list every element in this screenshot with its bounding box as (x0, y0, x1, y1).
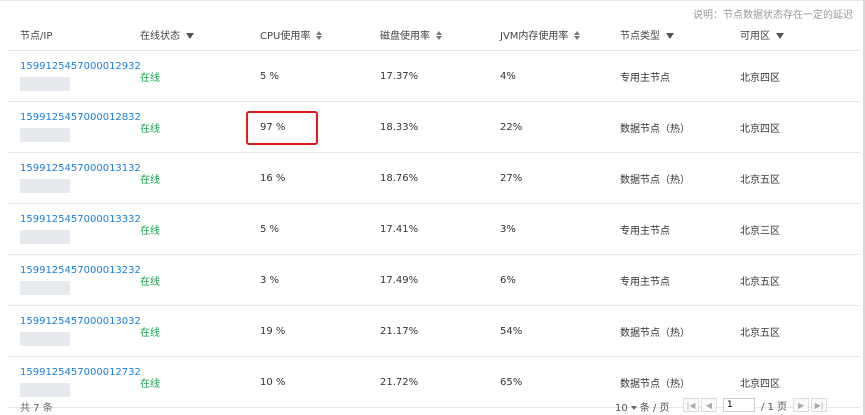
col-header-zone[interactable]: 可用区 (728, 18, 860, 51)
page-size-value: 10 (615, 403, 628, 414)
next-page-icon[interactable]: ▶ (793, 398, 810, 412)
disk-cell: 17.49% (368, 254, 488, 306)
node-link[interactable]: 1599125457000013132 (20, 163, 141, 174)
cpu-cell: 5 % (248, 203, 368, 255)
total-count: 共 7 条 (20, 403, 53, 414)
prev-page-icon[interactable]: ◀ (701, 398, 717, 412)
zone-cell: 北京三区 (728, 203, 860, 255)
sort-icon[interactable] (316, 31, 323, 40)
chevron-down-icon (630, 406, 637, 410)
table-footer: 共 7 条 10 条 / 页 |◀ ◀ / 1 页 ▶ ▶| (0, 396, 865, 415)
table-header-row: 节点/IP 在线状态 CPU使用率 磁盘使用率 JVM内存使用率 节点类型 可用… (8, 18, 860, 51)
col-header-cpu-label: CPU使用率 (260, 30, 311, 42)
col-header-zone-label: 可用区 (740, 30, 770, 42)
node-link[interactable]: 1599125457000013332 (20, 214, 141, 225)
disk-cell: 17.41% (368, 203, 488, 255)
type-cell: 专用主节点 (608, 254, 728, 306)
masked-ip (20, 383, 70, 397)
col-header-node: 节点/IP (8, 18, 128, 51)
col-header-jvm-label: JVM内存使用率 (500, 30, 569, 42)
type-cell: 专用主节点 (608, 203, 728, 255)
cpu-cell: 5 % (248, 50, 368, 102)
table-row: 1599125457000013332 在线 5 % 17.41% 3% 专用主… (8, 203, 860, 255)
filter-icon[interactable] (776, 32, 784, 39)
page-size-unit: 条 / 页 (639, 403, 670, 414)
node-table: 节点/IP 在线状态 CPU使用率 磁盘使用率 JVM内存使用率 节点类型 可用… (8, 18, 860, 408)
page-input[interactable] (723, 398, 755, 412)
masked-ip (20, 281, 70, 295)
first-page-icon[interactable]: |◀ (683, 398, 699, 412)
table-row: 1599125457000013032 在线 19 % 21.17% 54% 数… (8, 305, 860, 357)
col-header-cpu[interactable]: CPU使用率 (248, 18, 368, 51)
col-header-status[interactable]: 在线状态 (128, 18, 248, 51)
jvm-cell: 3% (488, 203, 608, 255)
col-header-disk-label: 磁盘使用率 (380, 30, 430, 42)
filter-icon[interactable] (666, 32, 674, 39)
jvm-cell: 54% (488, 305, 608, 357)
page-size-select[interactable]: 10 条 / 页 (615, 399, 669, 414)
sort-icon[interactable] (436, 31, 442, 40)
status-cell: 在线 (128, 305, 248, 357)
masked-ip (20, 230, 70, 244)
cpu-cell: 16 % (248, 152, 368, 204)
disk-cell: 18.76% (368, 152, 488, 204)
masked-ip (20, 77, 70, 91)
masked-ip (20, 179, 70, 193)
masked-ip (20, 128, 70, 142)
table-row: 1599125457000012832 在线 97 % 18.33% 22% 数… (8, 101, 860, 153)
col-header-status-label: 在线状态 (140, 30, 180, 42)
zone-cell: 北京四区 (728, 101, 860, 153)
top-divider (0, 0, 865, 1)
col-header-type-label: 节点类型 (620, 30, 660, 42)
col-header-node-label: 节点/IP (20, 30, 53, 42)
status-cell: 在线 (128, 101, 248, 153)
node-cell: 1599125457000013232 (8, 254, 141, 306)
node-cell: 1599125457000012832 (8, 101, 141, 153)
status-cell: 在线 (128, 254, 248, 306)
col-header-disk[interactable]: 磁盘使用率 (368, 18, 488, 51)
last-page-icon[interactable]: ▶| (811, 398, 828, 412)
type-cell: 数据节点（热） (608, 305, 728, 357)
filter-icon[interactable] (186, 32, 194, 39)
type-cell: 数据节点（热） (608, 152, 728, 204)
disk-cell: 21.17% (368, 305, 488, 357)
status-cell: 在线 (128, 203, 248, 255)
masked-ip (20, 332, 70, 346)
zone-cell: 北京五区 (728, 305, 860, 357)
sort-icon[interactable] (574, 31, 581, 40)
node-link[interactable]: 1599125457000012732 (20, 367, 141, 378)
status-cell: 在线 (128, 50, 248, 102)
col-header-type[interactable]: 节点类型 (608, 18, 728, 51)
jvm-cell: 27% (488, 152, 608, 204)
disk-cell: 18.33% (368, 101, 488, 153)
node-cell: 1599125457000012932 (8, 50, 141, 102)
zone-cell: 北京五区 (728, 152, 860, 204)
node-link[interactable]: 1599125457000013232 (20, 265, 141, 276)
jvm-cell: 6% (488, 254, 608, 306)
disk-cell: 17.37% (368, 50, 488, 102)
node-cell: 1599125457000013332 (8, 203, 141, 255)
node-cell: 1599125457000013032 (8, 305, 141, 357)
table-row: 1599125457000013232 在线 3 % 17.49% 6% 专用主… (8, 254, 860, 306)
zone-cell: 北京四区 (728, 50, 860, 102)
total-pages: / 1 页 (761, 401, 788, 413)
node-cell: 1599125457000013132 (8, 152, 141, 204)
type-cell: 数据节点（热） (608, 101, 728, 153)
node-link[interactable]: 1599125457000012932 (20, 61, 141, 72)
cpu-highlight-box (246, 111, 318, 145)
pagination: |◀ ◀ / 1 页 ▶ ▶| (683, 397, 829, 413)
cpu-cell: 19 % (248, 305, 368, 357)
node-link[interactable]: 1599125457000013032 (20, 316, 141, 327)
cpu-cell: 3 % (248, 254, 368, 306)
table-row: 1599125457000013132 在线 16 % 18.76% 27% 数… (8, 152, 860, 204)
zone-cell: 北京五区 (728, 254, 860, 306)
table-row: 1599125457000012932 在线 5 % 17.37% 4% 专用主… (8, 50, 860, 102)
node-link[interactable]: 1599125457000012832 (20, 112, 141, 123)
jvm-cell: 4% (488, 50, 608, 102)
type-cell: 专用主节点 (608, 50, 728, 102)
col-header-jvm[interactable]: JVM内存使用率 (488, 18, 608, 51)
status-cell: 在线 (128, 152, 248, 204)
jvm-cell: 22% (488, 101, 608, 153)
